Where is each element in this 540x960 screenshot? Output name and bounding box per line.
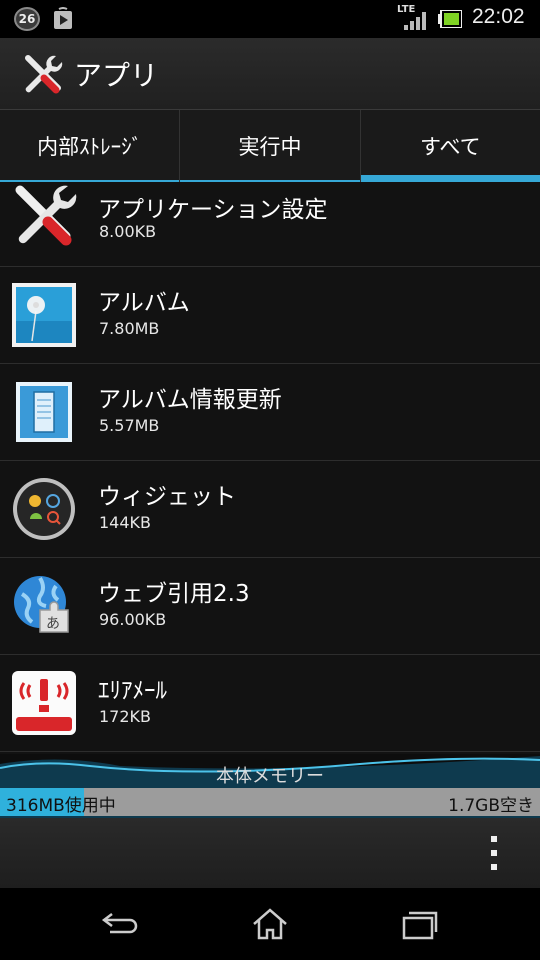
- app-size: 5.57MB: [99, 416, 160, 435]
- home-icon[interactable]: [248, 906, 292, 942]
- signal-icon: [404, 12, 426, 30]
- bottom-action-bar: [0, 818, 540, 888]
- app-name: ウィジェット: [98, 484, 236, 510]
- tab-running[interactable]: 実行中: [180, 110, 361, 182]
- app-name: アルバム: [98, 290, 190, 316]
- storage-summary: 本体メモリー 316MB使用中 1.7GB空き: [0, 754, 540, 818]
- app-name: ｴﾘｱﾒｰﾙ: [98, 678, 167, 704]
- app-name: ウェブ引用2.3: [98, 581, 250, 607]
- list-item[interactable]: ｴﾘｱﾒｰﾙ 172KB: [0, 655, 540, 752]
- tab-internal-storage[interactable]: 内部ｽﾄﾚｰｼﾞ: [0, 110, 181, 182]
- storage-bar: 316MB使用中 1.7GB空き: [0, 788, 540, 816]
- play-store-icon: [54, 7, 72, 29]
- app-size: 96.00KB: [99, 610, 167, 629]
- list-item[interactable]: アプリケーション設定 8.00KB: [0, 182, 540, 267]
- tab-all[interactable]: すべて: [360, 110, 540, 182]
- status-bar: 26 LTE 22:02: [0, 0, 540, 38]
- album-update-icon: [16, 382, 72, 442]
- page-title: アプリ: [74, 59, 159, 92]
- album-icon: [12, 283, 76, 347]
- list-item[interactable]: ウィジェット 144KB: [0, 461, 540, 558]
- storage-free-label: 1.7GB空き: [448, 796, 534, 816]
- action-bar: アプリ: [0, 38, 540, 110]
- tab-bar: 内部ｽﾄﾚｰｼﾞ 実行中 すべて: [0, 110, 540, 182]
- app-size: 7.80MB: [99, 319, 160, 338]
- list-item[interactable]: アルバム 7.80MB: [0, 267, 540, 364]
- app-list[interactable]: アプリケーション設定 8.00KB アルバム 7.80MB アルバム情報更新 5…: [0, 182, 540, 754]
- storage-used-label: 316MB使用中: [6, 796, 116, 816]
- battery-icon: [438, 10, 462, 28]
- overflow-menu-icon[interactable]: [476, 834, 512, 872]
- app-size: 172KB: [99, 707, 152, 726]
- widget-icon: [13, 478, 75, 540]
- settings-tools-icon: [15, 185, 77, 246]
- navigation-bar: [0, 888, 540, 960]
- back-icon[interactable]: [98, 906, 142, 942]
- area-mail-icon: [12, 671, 76, 735]
- list-item[interactable]: あ ウェブ引用2.3 96.00KB: [0, 558, 540, 655]
- recents-icon[interactable]: [398, 906, 442, 942]
- tools-icon[interactable]: [20, 52, 64, 96]
- web-quote-icon: あ: [14, 576, 69, 633]
- app-name: アルバム情報更新: [98, 387, 282, 413]
- app-size: 144KB: [99, 513, 152, 532]
- list-item[interactable]: アルバム情報更新 5.57MB: [0, 364, 540, 461]
- storage-title: 本体メモリー: [216, 766, 324, 787]
- svg-text:あ: あ: [46, 616, 60, 632]
- app-size: 8.00KB: [99, 222, 157, 241]
- clock: 22:02: [472, 5, 525, 28]
- notification-count-badge: 26: [14, 7, 40, 31]
- app-name: アプリケーション設定: [98, 197, 328, 223]
